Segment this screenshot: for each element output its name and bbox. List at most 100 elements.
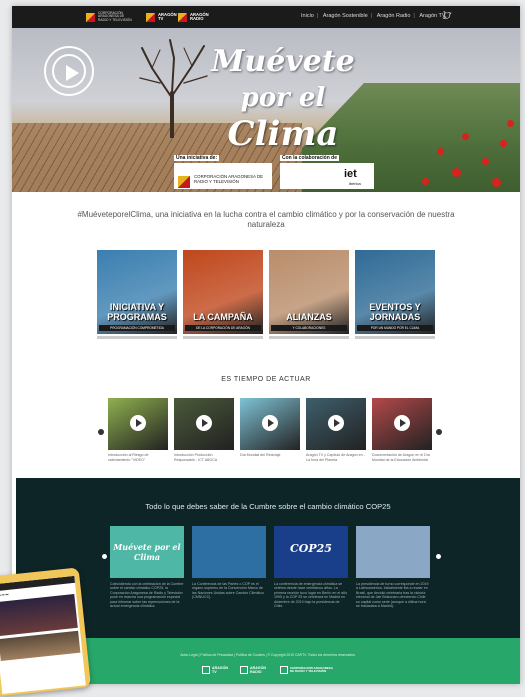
dead-tree-icon — [139, 39, 208, 138]
cumbre-text: Coincidiendo con la celebración de la Cu… — [110, 582, 184, 609]
video-item[interactable]: Aragón TV y Capítulo de Aragon en - La h… — [306, 398, 366, 462]
play-icon[interactable] — [262, 415, 278, 431]
section-card-label: INICIATIVA Y PROGRAMAS — [107, 302, 167, 322]
footer-legal[interactable]: Aviso Legal | Política de Privacidad | P… — [16, 653, 520, 657]
footer-logo-radio[interactable]: ARAGÓN RADIO — [240, 666, 270, 674]
cartv-logo-text: CORPORACIÓN ARAGONESA DE RADIO Y TELEVIS… — [98, 10, 132, 22]
cumbre-text: La presidencia de turno corresponde en 2… — [356, 582, 429, 609]
cumbre-item[interactable]: La presidencia de turno corresponde en 2… — [356, 526, 430, 608]
slogan-line-3: Clima — [227, 114, 339, 154]
intro-text: #MuéveteporelClima, una iniciativa en la… — [77, 210, 455, 229]
pin-icon: ✦ — [220, 250, 224, 251]
video-caption[interactable]: Introducción al Riesgo de calentamiento … — [108, 453, 168, 462]
poppy-icon — [462, 133, 469, 140]
card-shadow — [269, 336, 349, 339]
initiative-label: Una iniciativa de: — [174, 155, 220, 161]
web-page: CORPORACIÓN ARAGONESA DE RADIO Y TELEVIS… — [12, 6, 520, 684]
poppy-icon — [500, 140, 507, 147]
iet-logo: iet — [344, 168, 357, 180]
footer-logo-tv[interactable]: ARAGÓN TV — [202, 666, 230, 674]
cumbre-text: La conferencia de emergencia climática s… — [274, 582, 348, 609]
play-icon[interactable] — [130, 415, 146, 431]
video-thumbnail[interactable] — [108, 398, 168, 450]
section-card-sub: Y COLABORACIONES — [271, 325, 347, 331]
aragon-tv-logo-text: ARAGÓN TV — [158, 11, 177, 21]
section-card[interactable]: ✦ EVENTOS Y JORNADAS POR UN MUNDO POR EL C… — [355, 250, 435, 334]
pin-icon: ✦ — [134, 250, 138, 251]
cumbre-title: Todo lo que debes saber de la Cumbre sob… — [145, 502, 391, 511]
cumbre-image[interactable]: Muévete por el Clima — [110, 526, 184, 578]
play-icon[interactable] — [196, 415, 212, 431]
initiative-org: CORPORACIÓN ARAGONESA DE RADIO Y TELEVIS… — [194, 174, 264, 184]
carousel-next-button[interactable] — [436, 429, 442, 435]
hero-banner: Muévete por el Clima CORPORACIÓN ARAGONE… — [12, 28, 520, 192]
video-item[interactable]: Introducción al Riesgo de calentamiento … — [108, 398, 168, 462]
main-nav: Inicio | Aragón Sostenible | Aragón Radio |… — [301, 13, 450, 19]
poppy-icon — [437, 148, 444, 155]
twitter-icon[interactable] — [442, 11, 452, 21]
footer-logo-cartv[interactable]: CORPORACIÓN ARAGONESA DE RADIO Y TELEVIS… — [280, 666, 334, 674]
tablet-screen: ▬ ▬ ▬ ▬ — [0, 575, 86, 695]
video-item[interactable]: Documentación de Aragón en el Día Mundia… — [372, 398, 432, 462]
section-card[interactable]: ✦ ALIANZAS Y COLABORACIONES — [269, 250, 349, 334]
slogan-line-2: por el — [240, 83, 326, 113]
cartv-logo-icon — [178, 176, 190, 188]
slogan-line-1: Muévete — [211, 44, 355, 79]
tablet-image — [0, 593, 78, 637]
aragon-radio-logo[interactable]: ARAGÓN RADIO — [178, 10, 210, 24]
cumbre-image[interactable] — [356, 526, 430, 578]
cumbre-section: Todo lo que debes saber de la Cumbre sob… — [16, 478, 520, 638]
video-caption[interactable]: Aragón TV y Capítulo de Aragon en - La h… — [306, 453, 366, 462]
cumbre-item[interactable]: La Conferencia de las Partes o COP es el… — [192, 526, 266, 600]
footer-logo-tv-text: ARAGÓN TV — [212, 666, 228, 674]
footer-logos: ARAGÓN TV ARAGÓN RADIO CORPORACIÓN ARAGO… — [16, 666, 520, 674]
section-card-sub: DE LA CORPORACIÓN DE ARAGÓN — [185, 325, 261, 331]
section-card[interactable]: ✦ LA CAMPAÑA DE LA CORPORACIÓN DE ARAGÓN — [183, 250, 263, 334]
nav-item-inicio[interactable]: Inicio — [301, 13, 314, 19]
cumbre-image[interactable]: COP25 — [274, 526, 348, 578]
cumbre-prev-button[interactable] — [102, 554, 107, 559]
top-bar: CORPORACIÓN ARAGONESA DE RADIO Y TELEVIS… — [12, 6, 520, 28]
section-cards: ✦ INICIATIVA Y PROGRAMAS PROGRAMACIÓN COMP… — [97, 250, 437, 342]
play-icon[interactable] — [328, 415, 344, 431]
poppy-icon — [492, 178, 501, 187]
cumbre-item[interactable]: Muévete por el Clima Coincidiendo con la … — [110, 526, 184, 608]
cumbre-image[interactable] — [192, 526, 266, 578]
pin-icon: ✦ — [392, 250, 396, 251]
collab-label: Con la colaboración de — [280, 155, 340, 161]
video-thumbnail[interactable] — [372, 398, 432, 450]
video-thumbnail[interactable] — [240, 398, 300, 450]
cumbre-image-text: Muévete por el Clima — [113, 542, 181, 562]
video-caption[interactable]: Documentación de Aragón en el Día Mundia… — [372, 453, 432, 462]
play-video-button[interactable] — [44, 46, 94, 96]
pin-icon: ✦ — [306, 250, 310, 251]
tablet-mockup: ▬ ▬ ▬ ▬ — [0, 567, 92, 697]
cumbre-item[interactable]: COP25 La conferencia de emergencia climát… — [274, 526, 348, 608]
section-card[interactable]: ✦ INICIATIVA Y PROGRAMAS PROGRAMACIÓN COMP… — [97, 250, 177, 334]
section-card-label: ALIANZAS — [286, 312, 332, 322]
video-caption[interactable]: Introducción Producción Responsable - IC… — [174, 453, 234, 462]
section-card-sub: POR UN MUNDO POR EL CLIMA — [357, 325, 433, 331]
nav-item-sostenible[interactable]: Aragón Sostenible — [323, 13, 368, 19]
video-thumbnail[interactable] — [174, 398, 234, 450]
aragon-tv-logo[interactable]: ARAGÓN TV — [146, 10, 177, 24]
card-shadow — [97, 336, 177, 339]
videos-title: ES TIEMPO DE ACTUAR — [221, 376, 311, 383]
video-caption[interactable]: Día Mundial del Reciclaje — [240, 453, 300, 458]
nav-item-radio[interactable]: Aragón Radio — [377, 13, 411, 19]
card-shadow — [183, 336, 263, 339]
section-card-label: LA CAMPAÑA — [193, 312, 253, 322]
video-thumbnail[interactable] — [306, 398, 366, 450]
cumbre-text: La Conferencia de las Partes o COP es el… — [192, 582, 264, 600]
cumbre-next-button[interactable] — [436, 554, 441, 559]
carousel-prev-button[interactable] — [98, 429, 104, 435]
card-shadow — [355, 336, 435, 339]
cumbre-image-text: COP25 — [290, 542, 332, 555]
footer: Aviso Legal | Política de Privacidad | P… — [16, 638, 520, 684]
iet-logo-sub: ibérica — [349, 181, 361, 186]
video-item[interactable]: Día Mundial del Reciclaje — [240, 398, 300, 458]
poppy-icon — [422, 178, 429, 185]
cartv-logo[interactable]: CORPORACIÓN ARAGONESA DE RADIO Y TELEVIS… — [86, 10, 134, 24]
play-icon[interactable] — [394, 415, 410, 431]
video-item[interactable]: Introducción Producción Responsable - IC… — [174, 398, 234, 462]
